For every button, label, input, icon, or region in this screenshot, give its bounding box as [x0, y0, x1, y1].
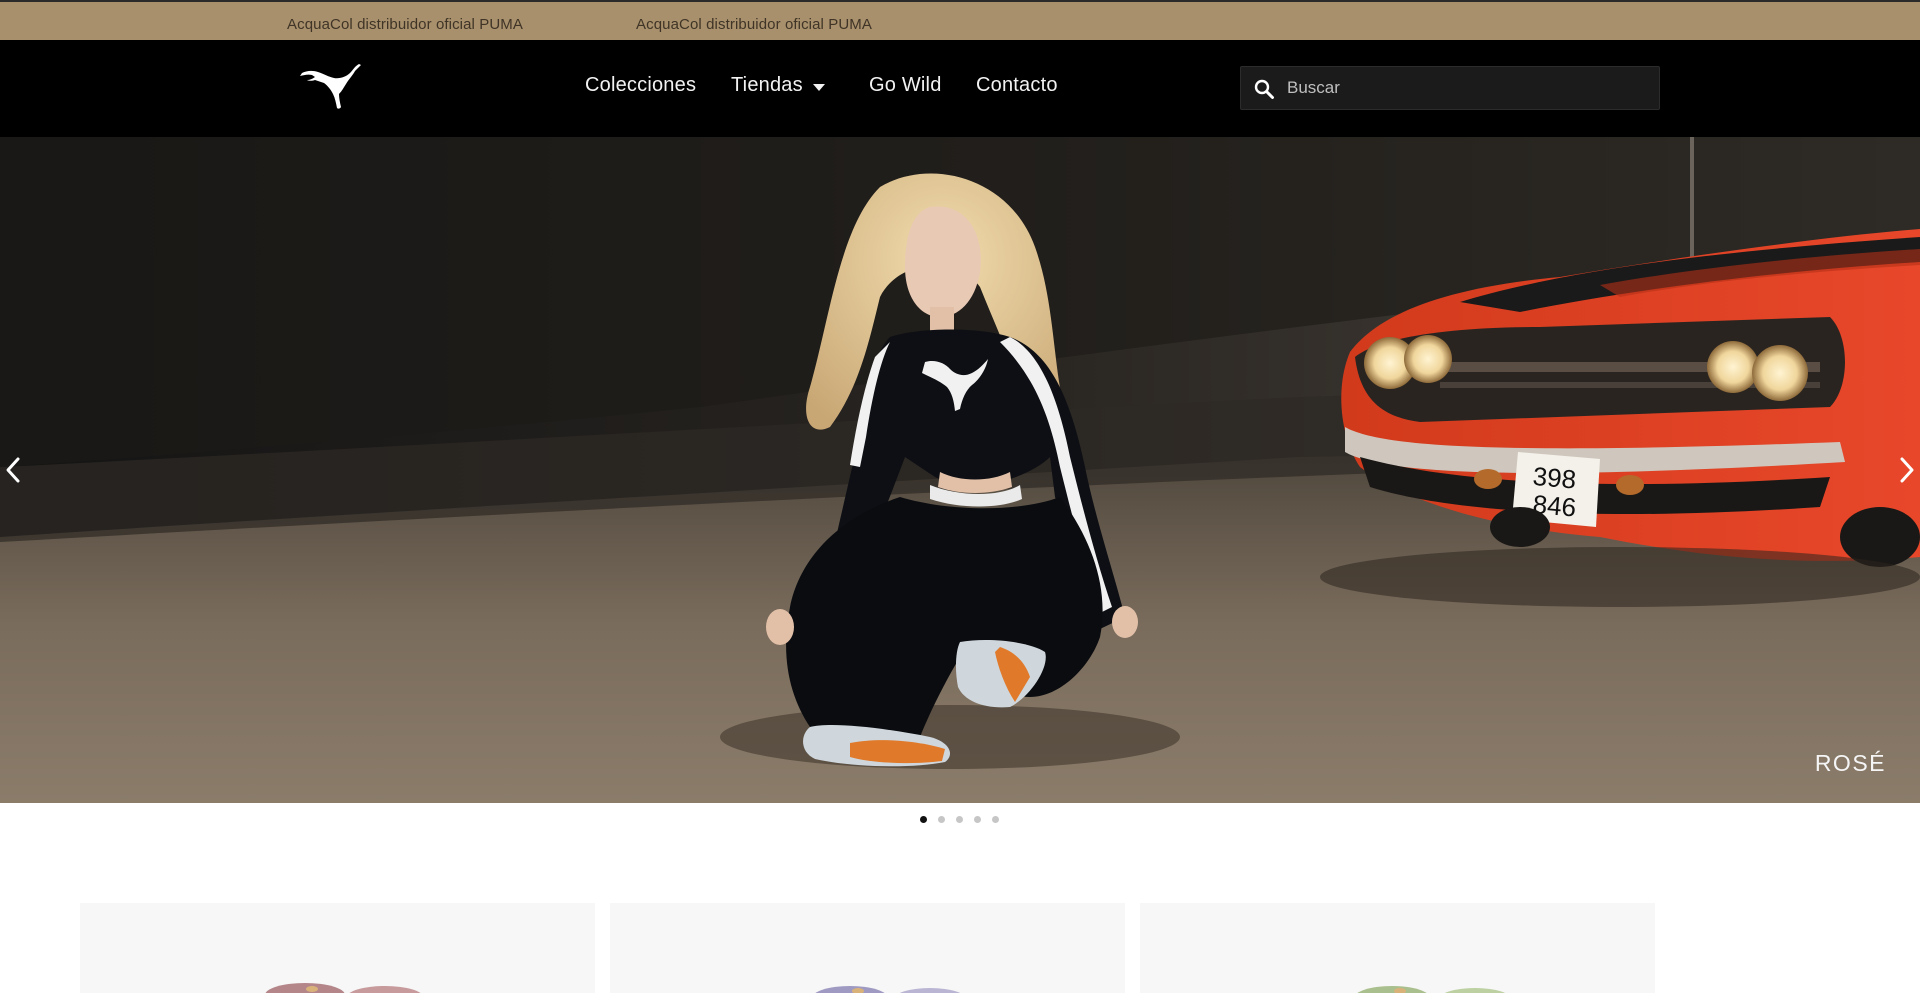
announcement-text: AcquaCol distribuidor oficial PUMA: [287, 16, 523, 33]
product-card[interactable]: [610, 903, 1125, 993]
nav-tiendas[interactable]: Tiendas: [731, 74, 803, 97]
slide-dot-2[interactable]: [938, 816, 945, 823]
nav-go-wild[interactable]: Go Wild: [869, 74, 942, 97]
product-card[interactable]: [1140, 903, 1655, 993]
chevron-right-icon[interactable]: [1894, 451, 1920, 489]
product-image: [265, 983, 421, 993]
nav-colecciones[interactable]: Colecciones: [585, 74, 696, 97]
hero-slider: 398 846 ROSÉ: [0, 137, 1920, 803]
search-icon[interactable]: [1253, 78, 1275, 100]
announcement-bar: AcquaCol distribuidor oficial PUMA Acqua…: [0, 0, 1920, 40]
hero-image: 398 846: [0, 137, 1920, 803]
slide-dot-4[interactable]: [974, 816, 981, 823]
announcement-text: AcquaCol distribuidor oficial PUMA: [636, 16, 872, 33]
chevron-left-icon[interactable]: [0, 451, 26, 489]
slide-caption: ROSÉ: [1814, 750, 1886, 776]
puma-logo-icon[interactable]: [298, 60, 362, 112]
chevron-down-icon[interactable]: [812, 81, 826, 95]
site-header: Colecciones Tiendas Go Wild Contacto: [0, 40, 1920, 137]
nav-contacto[interactable]: Contacto: [976, 74, 1058, 97]
slide-dot-3[interactable]: [956, 816, 963, 823]
search-input[interactable]: [1287, 67, 1647, 109]
product-card[interactable]: [80, 903, 595, 993]
search-box[interactable]: [1240, 66, 1660, 110]
product-image: [1357, 986, 1506, 993]
slide-dot-1[interactable]: [920, 816, 927, 823]
product-image: [815, 986, 961, 993]
slide-dot-5[interactable]: [992, 816, 999, 823]
